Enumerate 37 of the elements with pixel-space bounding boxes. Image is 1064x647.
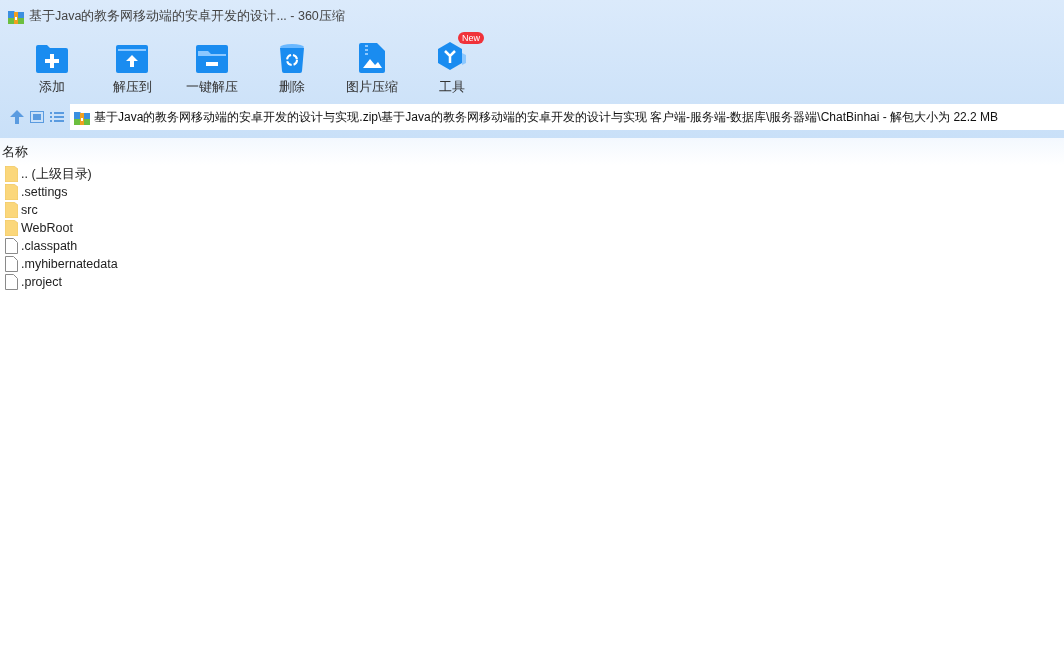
toolbar-button[interactable]: 添加 — [12, 32, 92, 98]
file-name[interactable]: .project — [21, 275, 62, 289]
toolbar-button[interactable]: 图片压缩 — [332, 32, 412, 98]
file-icon — [5, 256, 18, 272]
archive-icon — [8, 8, 24, 24]
toolbar-button[interactable]: New 工具 — [412, 32, 492, 98]
folder-plus-icon — [36, 45, 68, 73]
list-view-button[interactable] — [50, 111, 64, 123]
window-title: 基于Java的教务网移动端的安卓开发的设计... - 360压缩 — [29, 7, 345, 25]
new-badge: New — [458, 32, 484, 44]
file-name[interactable]: src — [21, 203, 38, 217]
file-name[interactable]: .classpath — [21, 239, 78, 253]
toolbar-button[interactable]: 一键解压 — [172, 32, 252, 98]
folder-upload-icon — [116, 45, 148, 73]
toolbar-button[interactable]: 删除 — [252, 32, 332, 98]
folder-icon — [5, 202, 18, 218]
file-name[interactable]: .settings — [21, 185, 68, 199]
archive-icon — [74, 109, 90, 125]
file-name[interactable]: WebRoot — [21, 221, 73, 235]
file-icon — [5, 274, 18, 290]
toolbar-button[interactable]: 解压到 — [92, 32, 172, 98]
address-field[interactable]: 基于Java的教务网移动端的安卓开发的设计与实现.zip\基于Java的教务网移动端的安卓开发的设计与实现 客户端-服务端-数据库\服务器端\ChatBinhai - 解包大小为 22.2 MB — [70, 104, 1064, 130]
thumbnail-view-icon — [30, 111, 44, 123]
thumbnail-view-button[interactable] — [30, 111, 44, 123]
list-view-icon — [50, 111, 64, 123]
hexagon-icon — [436, 41, 468, 73]
file-name[interactable]: .myhibernatedata — [21, 257, 118, 271]
recycle-bin-icon — [279, 43, 305, 73]
file-name[interactable]: .. (上级目录) — [21, 165, 92, 183]
up-arrow-icon — [10, 110, 24, 124]
image-file-icon — [359, 43, 385, 73]
folder-icon — [5, 184, 18, 200]
file-icon — [5, 238, 18, 254]
folder-minus-icon — [196, 45, 228, 73]
folder-icon — [5, 166, 18, 182]
up-button[interactable] — [10, 110, 24, 124]
folder-icon — [5, 220, 18, 236]
